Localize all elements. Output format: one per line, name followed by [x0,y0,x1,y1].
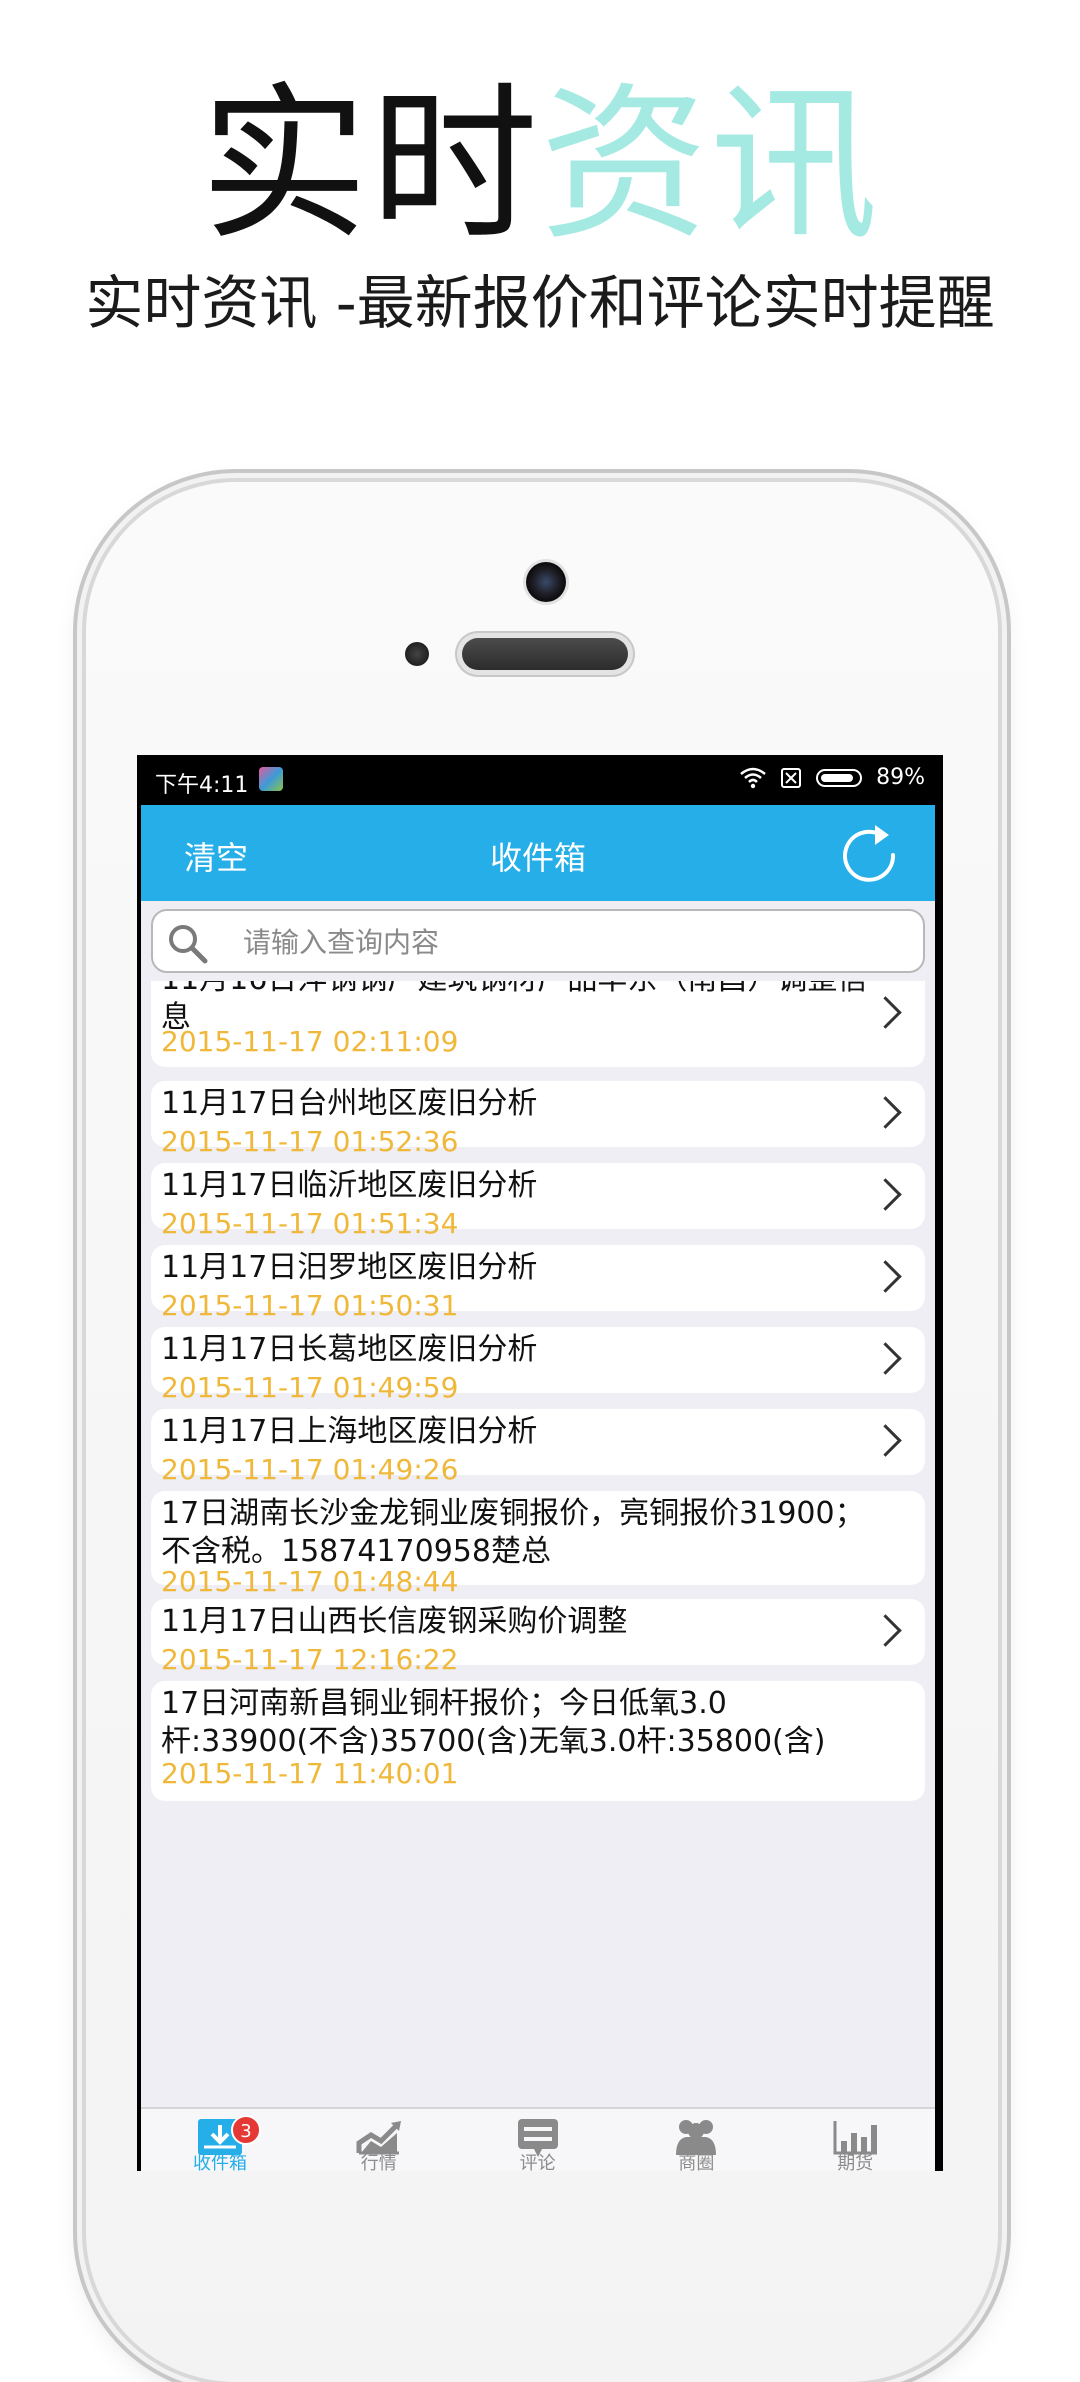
hero-title-light: 资讯 [540,67,880,263]
message-title: 11月17日台州地区废旧分析 [161,1086,538,1121]
tab-bar: 收件箱 3 行情 评论 商圈 期货 [141,2107,935,2171]
message-item[interactable]: 11月17日上海地区废旧分析 2015-11-17 01:49:26 [151,1409,925,1486]
message-date: 2015-11-17 02:11:09 [161,1025,459,1058]
tab-label: 评论 [519,2153,556,2171]
message-title: 17日湖南长沙金龙铜业废铜报价，亮铜报价31900；不含税。1587417095… [161,1496,865,1569]
message-item[interactable]: 17日河南新昌铜业铜杆报价；今日低氧3.0杆:33900(不含)35700(含)… [151,1681,925,1801]
app-notification-icon [259,767,283,791]
message-date: 2015-11-17 01:51:34 [161,1207,459,1240]
tab-label: 行情 [360,2153,397,2171]
message-item[interactable]: 11月17日汨罗地区废旧分析 2015-11-17 01:50:31 [151,1245,925,1322]
tab-label: 收件箱 [193,2153,247,2171]
message-item[interactable]: 17日湖南长沙金龙铜业废铜报价，亮铜报价31900；不含税。1587417095… [151,1491,925,1598]
clear-button[interactable]: 清空 [184,833,248,879]
battery-percent: 89% [876,765,925,790]
status-bar: 下午4:11 89% [137,755,943,805]
tab-comment[interactable]: 评论 [459,2109,617,2171]
message-title: 11月17日上海地区废旧分析 [161,1414,538,1449]
page-title: 收件箱 [489,839,586,877]
hero-subtitle: 实时资讯 -最新报价和评论实时提醒 [85,269,995,337]
message-date: 2015-11-17 01:49:26 [161,1453,459,1486]
message-item[interactable]: 11月17日长葛地区废旧分析 2015-11-17 01:49:59 [151,1327,925,1404]
tab-inbox[interactable]: 收件箱 3 [141,2109,299,2171]
refresh-icon[interactable] [837,821,901,885]
message-date: 2015-11-17 01:50:31 [161,1289,459,1322]
message-title: 11月17日临沂地区废旧分析 [161,1168,538,1203]
message-list: 11月16日萍钢钢厂建筑钢材产品华东（南昌）调整信息2015-11-17 02:… [141,981,935,2107]
message-item[interactable]: 11月17日山西长信废钢采购价调整 2015-11-17 12:16:22 [151,1599,925,1676]
message-date: 2015-11-17 01:49:59 [161,1371,459,1404]
phone-volume-up [74,938,84,998]
hero-title-dark: 实时 [200,67,540,263]
message-date: 2015-11-17 01:48:44 [161,1565,459,1598]
message-date: 2015-11-17 11:40:01 [161,1757,459,1790]
chevron-right-icon [869,1614,902,1647]
message-date: 2015-11-17 01:52:36 [161,1125,459,1158]
message-date: 2015-11-17 12:16:22 [161,1643,459,1676]
chevron-right-icon [869,1096,902,1129]
search-input[interactable] [241,921,885,963]
tab-market-chart[interactable]: 行情 [300,2109,458,2171]
tab-people[interactable]: 商圈 [617,2109,775,2171]
status-time: 下午4:11 [155,773,249,798]
message-title: 11月17日汨罗地区废旧分析 [161,1250,538,1285]
proximity-sensor [405,642,429,666]
chevron-right-icon [869,1260,902,1293]
tab-label: 商圈 [678,2153,715,2171]
message-title: 11月17日山西长信废钢采购价调整 [161,1604,628,1639]
message-item[interactable]: 11月16日萍钢钢厂建筑钢材产品华东（南昌）调整信息2015-11-17 02:… [151,981,925,1067]
status-right: 89% [740,765,925,790]
earpiece-speaker [462,638,628,670]
no-sim-icon [781,767,802,788]
front-camera [526,562,566,602]
message-title: 11月17日长葛地区废旧分析 [161,1332,538,1367]
content-area: 11月16日萍钢钢厂建筑钢材产品华东（南昌）调整信息2015-11-17 02:… [141,901,935,2107]
unread-badge: 3 [231,2115,261,2145]
hero-title: 实时资讯 [0,70,1080,260]
message-item[interactable]: 11月17日台州地区废旧分析 2015-11-17 01:52:36 [151,1081,925,1158]
phone-mute-switch [74,752,84,832]
chevron-right-icon [869,1424,902,1457]
nav-bar: 清空 收件箱 [141,805,935,901]
chevron-right-icon [869,996,902,1029]
wifi-icon [740,767,766,788]
search-box [151,909,925,973]
phone-screen: 下午4:11 89% 清空 收件箱 请输入查询内容 息 2015-11-17 0… [137,755,943,2171]
message-item[interactable]: 11月17日临沂地区废旧分析 2015-11-17 01:51:34 [151,1163,925,1240]
message-title: 17日河南新昌铜业铜杆报价；今日低氧3.0杆:33900(不含)35700(含)… [161,1686,826,1759]
chevron-right-icon [869,1178,902,1211]
phone-volume-down [74,1102,84,1162]
battery-icon [816,768,863,787]
tab-bar-chart[interactable]: 期货 [776,2109,934,2171]
search-icon [169,925,208,964]
phone-top-button [686,470,832,482]
chevron-right-icon [869,1342,902,1375]
tab-label: 期货 [837,2153,874,2171]
